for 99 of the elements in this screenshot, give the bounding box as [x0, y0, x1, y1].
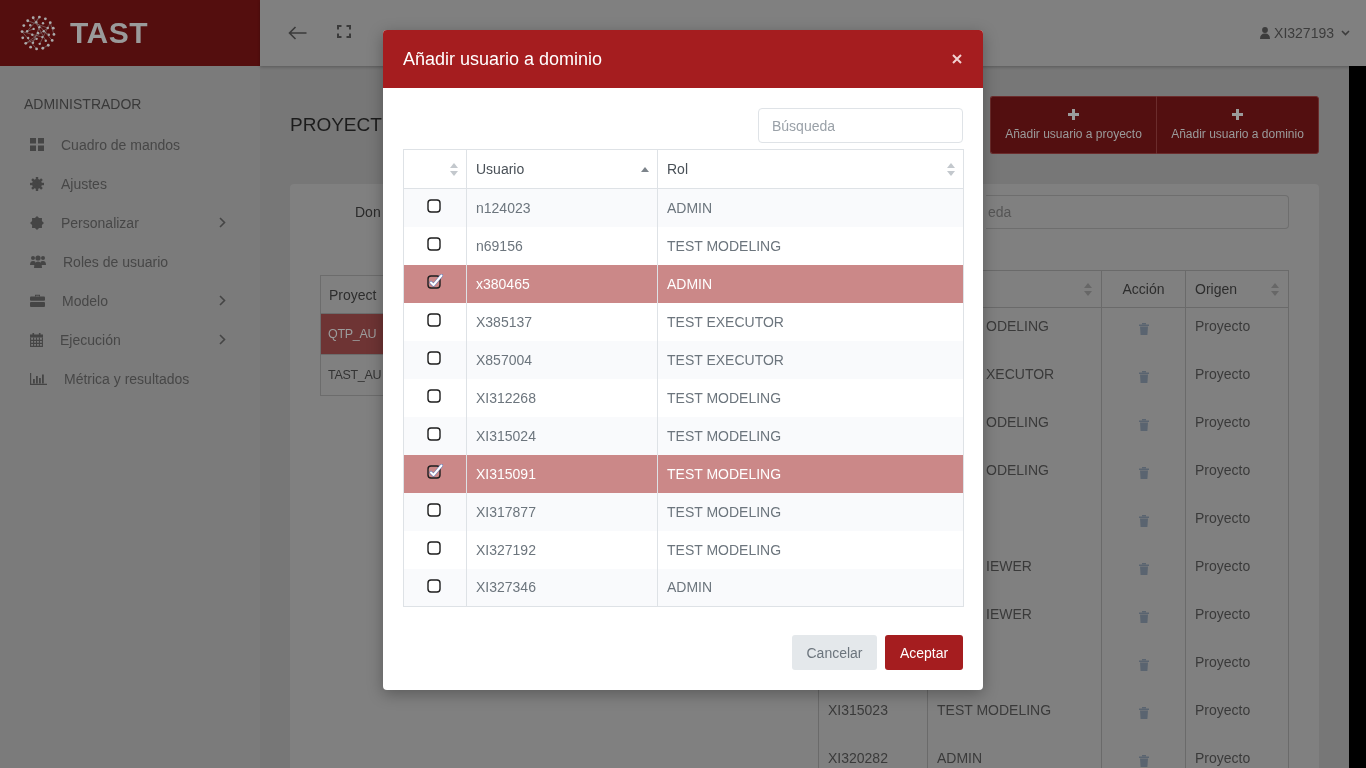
- table-row[interactable]: XI312268 TEST MODELING: [403, 378, 964, 417]
- column-header: Acción: [1122, 281, 1165, 297]
- user-icon: [1260, 27, 1271, 39]
- column-header: Rol: [667, 161, 688, 177]
- checkbox[interactable]: [427, 426, 443, 441]
- bar-chart-icon: [30, 372, 47, 385]
- fullscreen-button[interactable]: [337, 24, 351, 38]
- table-cell: XI312268: [476, 389, 536, 406]
- table-cell: ODELING: [986, 318, 1049, 334]
- table-cell: n124023: [476, 199, 531, 216]
- user-menu[interactable]: XI327193: [1260, 25, 1350, 41]
- checkbox[interactable]: [427, 350, 443, 365]
- table-row[interactable]: n124023 ADMIN: [403, 188, 964, 227]
- table-row[interactable]: n69156 TEST MODELING: [403, 226, 964, 265]
- grid-icon: [30, 138, 44, 151]
- table-cell: Proyecto: [1195, 318, 1251, 334]
- table-cell: XI327346: [476, 579, 536, 596]
- field-label: Don: [355, 204, 381, 220]
- table-cell: ADMIN: [667, 579, 713, 596]
- column-header: Proyect: [329, 286, 377, 303]
- table-cell: XI320282: [828, 750, 888, 766]
- plus-icon: [1232, 109, 1243, 120]
- table-cell: TEST MODELING: [667, 237, 782, 254]
- table-row[interactable]: X385137 TEST EXECUTOR: [403, 302, 964, 341]
- checkbox[interactable]: [427, 198, 443, 214]
- table-row[interactable]: XI327346 ADMIN: [403, 568, 964, 607]
- table-cell: XI317877: [476, 503, 536, 520]
- checkbox[interactable]: [427, 502, 443, 517]
- table-cell: TEST MODELING: [937, 702, 1052, 718]
- table-cell: IEWER: [986, 606, 1032, 622]
- table-row[interactable]: XI315024 TEST MODELING: [403, 416, 964, 455]
- table-cell: X857004: [476, 351, 533, 368]
- table-cell: QTP_AU: [328, 327, 377, 341]
- checkbox[interactable]: [427, 577, 443, 593]
- settings-icon: [30, 176, 44, 191]
- cancel-button[interactable]: Cancelar: [792, 635, 877, 670]
- table-cell: Proyecto: [1195, 558, 1251, 574]
- table-cell: XI327192: [476, 541, 536, 558]
- table-cell: Proyecto: [1195, 462, 1251, 478]
- column-header: Usuario: [476, 161, 525, 177]
- table-row[interactable]: XI327192 TEST MODELING: [403, 530, 964, 569]
- table-cell: XI315024: [476, 427, 536, 444]
- table-cell: TEST MODELING: [667, 427, 782, 444]
- table-cell: TAST_AU: [328, 368, 382, 382]
- back-button[interactable]: [288, 26, 307, 40]
- table-cell: ADMIN: [667, 275, 713, 292]
- checkbox[interactable]: [427, 540, 443, 555]
- table-cell: Proyecto: [1195, 510, 1251, 526]
- table-cell: Proyecto: [1195, 750, 1251, 766]
- table-cell: XI315023: [828, 702, 888, 718]
- table-cell: ADMIN: [667, 199, 713, 216]
- users-icon: [30, 255, 46, 268]
- checkbox[interactable]: [427, 236, 443, 251]
- checkbox[interactable]: [427, 464, 443, 479]
- table-cell: Proyecto: [1195, 702, 1251, 718]
- table-cell: TEST EXECUTOR: [667, 351, 784, 368]
- fullscreen-icon: [337, 24, 351, 38]
- table-cell: Proyecto: [1195, 606, 1251, 622]
- table-cell: TEST EXECUTOR: [667, 313, 784, 330]
- checkbox[interactable]: [427, 312, 443, 327]
- table-cell: Proyecto: [1195, 414, 1251, 430]
- close-button[interactable]: [952, 54, 962, 64]
- chevron-down-icon: [1341, 30, 1350, 36]
- checkbox[interactable]: [427, 274, 443, 289]
- table-cell: XECUTOR: [986, 366, 1055, 382]
- table-row[interactable]: XI317877 TEST MODELING: [403, 492, 964, 531]
- accept-button[interactable]: Aceptar: [885, 635, 963, 670]
- table-cell: TEST MODELING: [667, 503, 782, 520]
- table-row[interactable]: XI315091 TEST MODELING: [403, 454, 964, 493]
- starburst-icon: [30, 215, 44, 230]
- checkbox[interactable]: [427, 388, 443, 403]
- page-title: PROYECT: [290, 114, 382, 136]
- table-row[interactable]: X857004 TEST EXECUTOR: [403, 340, 964, 379]
- table-cell: TEST MODELING: [667, 389, 782, 406]
- back-arrow-icon: [288, 26, 307, 40]
- table-cell: IEWER: [986, 558, 1032, 574]
- add-user-button[interactable]: Añadir usuario a proyecto: [990, 96, 1156, 154]
- close-icon: [952, 54, 962, 64]
- app-logo-text: TAST: [70, 16, 149, 50]
- table-cell: n69156: [476, 237, 523, 254]
- modal-title: Añadir usuario a dominio: [403, 48, 603, 70]
- add-user-button[interactable]: Añadir usuario a dominio: [1156, 96, 1319, 154]
- table-cell: X385137: [476, 313, 533, 330]
- table-cell: x380465: [476, 275, 530, 292]
- table-cell: TEST MODELING: [667, 465, 782, 482]
- column-header: Origen: [1195, 281, 1238, 297]
- table-cell: ADMIN: [937, 750, 983, 766]
- table-cell: ODELING: [986, 462, 1049, 478]
- table-cell: XI315091: [476, 465, 536, 482]
- table-cell: ODELING: [986, 414, 1049, 430]
- briefcase-icon: [30, 294, 45, 307]
- section-heading: ADMINISTRADOR: [23, 96, 143, 112]
- table-row[interactable]: x380465 ADMIN: [403, 264, 964, 303]
- table-cell: Proyecto: [1195, 366, 1251, 382]
- dotted-globe-icon: [20, 15, 56, 51]
- calendar-icon: [30, 332, 43, 347]
- table-cell: Proyecto: [1195, 654, 1251, 670]
- plus-icon: [1068, 109, 1079, 120]
- table-cell: TEST MODELING: [667, 541, 782, 558]
